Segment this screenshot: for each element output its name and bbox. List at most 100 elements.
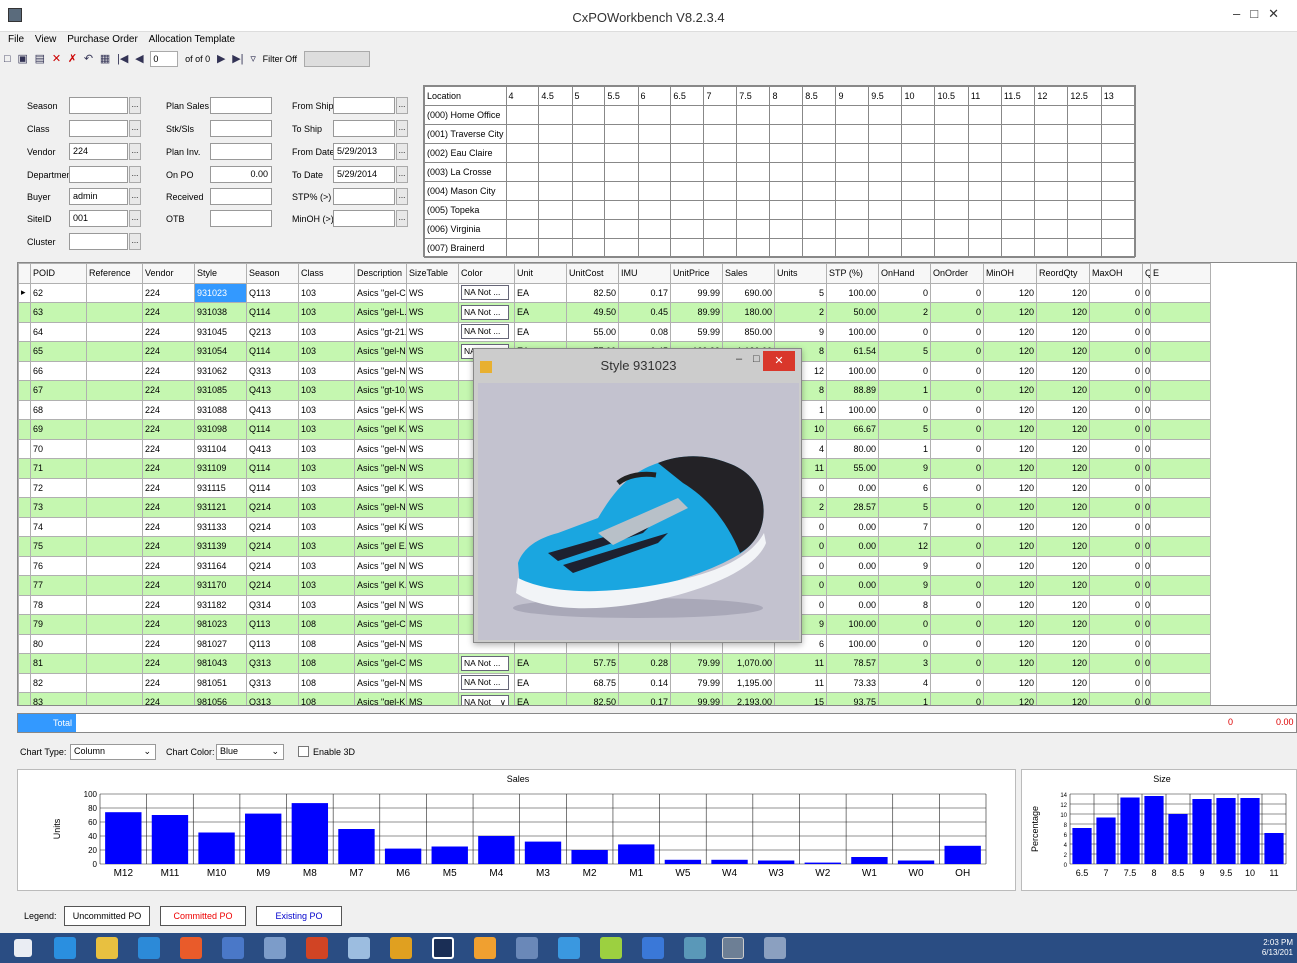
cell-minoh[interactable]: 120 [983, 341, 1037, 362]
first-page-icon[interactable]: |◀ [117, 50, 128, 68]
cell-e[interactable] [1150, 672, 1211, 693]
column-header[interactable]: Color [458, 263, 515, 284]
cell-st[interactable]: WS [406, 419, 459, 440]
cell-season[interactable]: Q313 [246, 672, 299, 693]
location-size-cell[interactable] [538, 143, 573, 163]
column-header[interactable]: MinOH [983, 263, 1037, 284]
cell-vendor[interactable]: 224 [142, 575, 195, 596]
cell-reference[interactable] [86, 438, 143, 459]
cell-oo[interactable]: 0 [930, 360, 984, 381]
cell-rq[interactable]: 120 [1036, 419, 1090, 440]
cell-rq[interactable]: 120 [1036, 536, 1090, 557]
cell-reference[interactable] [86, 302, 143, 323]
cell-rq[interactable]: 120 [1036, 399, 1090, 420]
cell-oo[interactable]: 0 [930, 575, 984, 596]
cell-unit[interactable]: EA [514, 692, 567, 705]
location-size-cell[interactable] [835, 219, 870, 239]
cell-desc[interactable]: Asics "gel-Cl... [354, 282, 407, 303]
location-size-cell[interactable] [802, 181, 837, 201]
location-size-cell[interactable] [901, 162, 936, 182]
cell-vendor[interactable]: 224 [142, 536, 195, 557]
cell-e[interactable] [1150, 282, 1211, 303]
browse-button[interactable]: ... [396, 166, 408, 183]
cell-vendor[interactable]: 224 [142, 360, 195, 381]
cell-style[interactable]: 981051 [194, 672, 247, 693]
location-size-cell[interactable] [868, 219, 903, 239]
location-size-cell[interactable] [967, 238, 1002, 258]
location-size-cell[interactable] [670, 219, 705, 239]
location-size-cell[interactable] [802, 124, 837, 144]
cell-season[interactable]: Q114 [246, 477, 299, 498]
cell-rq[interactable]: 120 [1036, 477, 1090, 498]
location-size-cell[interactable] [1067, 181, 1102, 201]
cell-minoh[interactable]: 120 [983, 419, 1037, 440]
cell-season[interactable]: Q113 [246, 614, 299, 635]
location-size-cell[interactable] [670, 162, 705, 182]
location-size-cell[interactable] [571, 143, 606, 163]
location-size-cell[interactable] [703, 181, 738, 201]
location-size-cell[interactable] [967, 162, 1002, 182]
cell-maxoh[interactable]: 0 [1089, 321, 1143, 342]
cell-e[interactable] [1150, 555, 1211, 576]
cell-unit[interactable]: EA [514, 321, 567, 342]
cell-oh[interactable]: 0 [878, 614, 931, 635]
location-size-cell[interactable] [868, 143, 903, 163]
location-size-cell[interactable] [637, 162, 672, 182]
cell-oh[interactable]: 0 [878, 360, 931, 381]
location-size-cell[interactable] [571, 200, 606, 220]
cell-style[interactable]: 981023 [194, 614, 247, 635]
cell-minoh[interactable]: 120 [983, 672, 1037, 693]
filter-icon[interactable]: ▿ [250, 50, 256, 68]
cell-desc[interactable]: Asics "gel-N... [354, 360, 407, 381]
row-selector[interactable] [18, 653, 31, 674]
cell-poid[interactable]: 65 [30, 341, 87, 362]
popup-close-icon[interactable]: ✕ [763, 351, 795, 371]
cell-poid[interactable]: 64 [30, 321, 87, 342]
location-size-cell[interactable] [637, 200, 672, 220]
cell-cls[interactable]: 103 [298, 497, 355, 518]
location-size-cell[interactable] [505, 124, 540, 144]
row-selector[interactable] [18, 497, 31, 518]
cell-st[interactable]: WS [406, 399, 459, 420]
location-size-cell[interactable] [967, 143, 1002, 163]
cell-vendor[interactable]: 224 [142, 458, 195, 479]
cell-rq[interactable]: 120 [1036, 302, 1090, 323]
location-size-cell[interactable] [769, 181, 804, 201]
cell-poid[interactable]: 80 [30, 633, 87, 654]
cell-oh[interactable]: 9 [878, 555, 931, 576]
cell-rq[interactable]: 120 [1036, 633, 1090, 654]
cell-stp[interactable]: 100.00 [826, 360, 879, 381]
app-icon-6[interactable] [516, 937, 538, 959]
cell-oo[interactable]: 0 [930, 399, 984, 420]
menu-purchase-order[interactable]: Purchase Order [67, 32, 138, 48]
location-size-cell[interactable] [835, 105, 870, 125]
table-row[interactable]: 81224981043Q313108Asics "gel-C...MSNA No… [18, 653, 1211, 674]
location-size-cell[interactable] [736, 181, 771, 201]
cell-qty[interactable]: 0 [1142, 399, 1151, 420]
cell-minoh[interactable]: 120 [983, 594, 1037, 615]
cell-price[interactable]: 99.99 [670, 282, 723, 303]
cell-e[interactable] [1150, 419, 1211, 440]
cell-poid[interactable]: 81 [30, 653, 87, 674]
filter-input[interactable] [210, 188, 272, 205]
location-size-cell[interactable] [505, 143, 540, 163]
cell-qty[interactable]: 0 [1142, 653, 1151, 674]
cell-desc[interactable]: Asics "gel-N... [354, 497, 407, 518]
cell-season[interactable]: Q313 [246, 360, 299, 381]
location-size-cell[interactable] [1067, 124, 1102, 144]
cell-minoh[interactable]: 120 [983, 380, 1037, 401]
cell-e[interactable] [1150, 633, 1211, 654]
location-size-cell[interactable] [835, 200, 870, 220]
cell-imu[interactable]: 0.08 [618, 321, 671, 342]
cell-color[interactable]: NA Not ... ∨ [458, 672, 515, 693]
filter-input[interactable]: 001 [69, 210, 128, 227]
location-size-cell[interactable] [802, 219, 837, 239]
cell-desc[interactable]: Asics "gt-21... [354, 321, 407, 342]
cell-oo[interactable]: 0 [930, 380, 984, 401]
cell-cls[interactable]: 103 [298, 302, 355, 323]
cell-style[interactable]: 931038 [194, 302, 247, 323]
location-size-cell[interactable] [1000, 143, 1036, 163]
cell-maxoh[interactable]: 0 [1089, 477, 1143, 498]
location-size-cell[interactable] [868, 238, 903, 258]
location-size-cell[interactable] [571, 105, 606, 125]
